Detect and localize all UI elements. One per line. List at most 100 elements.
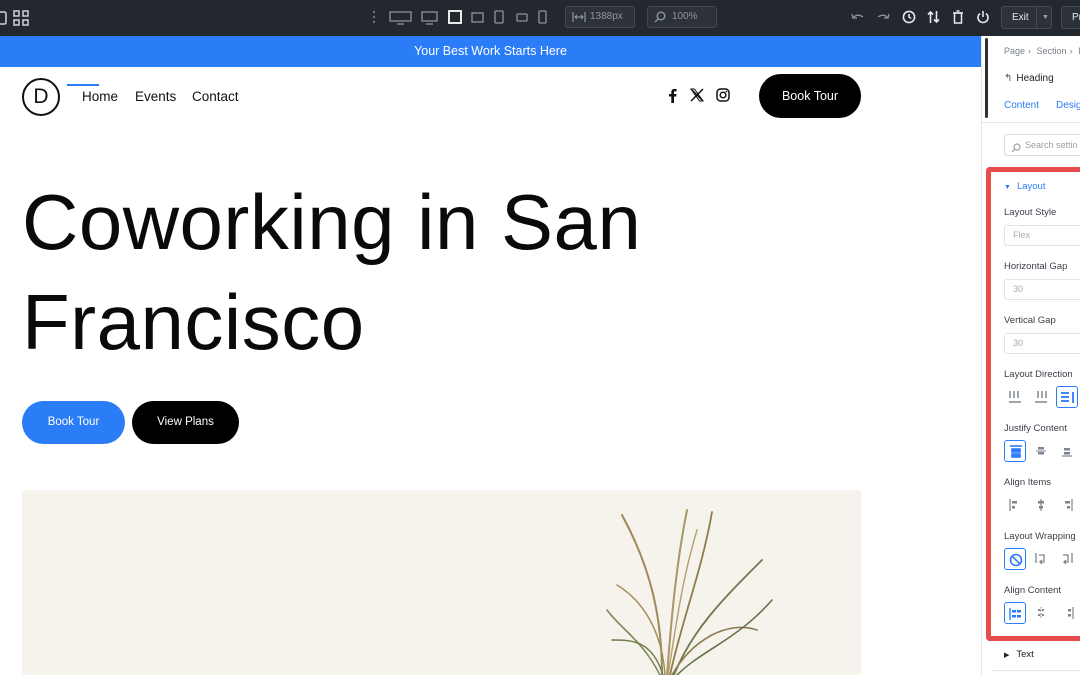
phone-landscape-icon[interactable] — [516, 13, 528, 22]
direction-column-icon — [1061, 392, 1074, 403]
drag-dots-icon[interactable] — [372, 10, 376, 24]
settings-search-input[interactable]: Search settin — [1004, 134, 1080, 156]
direction-row-reverse-icon — [1035, 391, 1047, 403]
direction-row-icon — [1009, 391, 1021, 403]
history-icon[interactable] — [902, 10, 916, 24]
instagram-icon[interactable] — [716, 88, 730, 107]
justify-center-icon — [1036, 447, 1046, 455]
zoom-field[interactable]: 100% — [647, 6, 717, 28]
search-icon — [1011, 140, 1021, 160]
nav-link-contact[interactable]: Contact — [192, 89, 239, 104]
justify-start-option[interactable] — [1004, 440, 1026, 462]
layout-style-label: Layout Style — [1004, 207, 1057, 218]
align-items-end-option[interactable] — [1056, 494, 1078, 516]
caret-right-icon: ▶ — [1004, 652, 1010, 659]
wrap-none-option[interactable] — [1004, 548, 1026, 570]
plant-illustration — [22, 490, 861, 675]
undo-icon[interactable] — [851, 12, 865, 22]
vertical-gap-input[interactable]: 30 — [1004, 333, 1080, 354]
direction-column-option[interactable] — [1056, 386, 1078, 408]
breadcrumb-separator-icon: › — [1069, 46, 1073, 56]
direction-row-reverse-option[interactable] — [1030, 386, 1052, 408]
zoom-search-icon — [654, 11, 666, 31]
redo-icon[interactable] — [876, 12, 890, 22]
layout-group-toggle[interactable]: ▼ Layout — [1004, 181, 1045, 192]
portability-icon[interactable] — [927, 10, 940, 24]
horizontal-gap-input[interactable]: 30 — [1004, 279, 1080, 300]
align-content-center-option[interactable] — [1030, 602, 1052, 624]
tablet-landscape-icon[interactable] — [471, 12, 484, 23]
align-content-label: Align Content — [1004, 585, 1062, 596]
hero-image — [22, 490, 861, 675]
tab-content[interactable]: Content — [1004, 100, 1039, 111]
justify-end-icon — [1062, 448, 1072, 457]
publish-button[interactable]: Pr — [1061, 6, 1080, 29]
justify-start-icon — [1010, 445, 1022, 458]
text-group-toggle[interactable]: ▶ Text — [1004, 649, 1034, 660]
canvas-width-value: 1388px — [590, 11, 623, 22]
header-book-tour-button[interactable]: Book Tour — [759, 74, 861, 118]
power-icon[interactable] — [976, 10, 990, 24]
align-start-icon — [1009, 499, 1017, 511]
justify-center-option[interactable] — [1030, 440, 1052, 462]
view-plans-button[interactable]: View Plans — [132, 401, 239, 444]
wrap-option[interactable] — [1030, 548, 1052, 570]
module-title: ↰ Heading — [1004, 73, 1054, 84]
align-content-center-icon — [1038, 607, 1044, 619]
desktop-icon[interactable] — [421, 11, 438, 25]
search-placeholder: Search settin — [1025, 140, 1078, 150]
align-content-start-icon — [1009, 608, 1021, 620]
sidebar-toggle-icon[interactable] — [0, 11, 8, 25]
x-icon[interactable] — [690, 88, 704, 107]
tablet-portrait-icon[interactable] — [494, 10, 504, 24]
layout-style-select[interactable]: Flex — [1004, 225, 1080, 246]
wrap-icon — [1035, 553, 1045, 565]
direction-row-option[interactable] — [1004, 386, 1026, 408]
facebook-icon[interactable] — [668, 88, 677, 108]
text-group-title: Text — [1016, 649, 1034, 660]
laptop-icon[interactable] — [448, 10, 462, 24]
breadcrumb-page[interactable]: Page — [1004, 46, 1025, 56]
builder-toolbar: 1388px 100% Exit ▼ Pr — [0, 0, 1080, 36]
layout-group-title: Layout — [1016, 181, 1046, 192]
align-center-icon — [1038, 499, 1044, 511]
hero-heading[interactable]: Coworking in San Francisco — [22, 172, 782, 372]
exit-label: Exit — [1012, 12, 1029, 23]
breadcrumb-separator-icon: › — [1028, 46, 1032, 56]
chevron-down-icon[interactable]: ▼ — [1042, 7, 1049, 28]
active-tab-indicator — [67, 84, 99, 86]
layout-direction-label: Layout Direction — [1004, 369, 1073, 380]
panel-divider — [991, 670, 1080, 671]
align-items-start-option[interactable] — [1004, 494, 1026, 516]
justify-end-option[interactable] — [1056, 440, 1078, 462]
tab-design[interactable]: Desig — [1056, 100, 1080, 111]
wrap-reverse-option[interactable] — [1056, 548, 1078, 570]
hero-book-tour-button[interactable]: Book Tour — [22, 401, 125, 444]
breadcrumb: Page› Section› I — [1004, 46, 1080, 56]
exit-button[interactable]: Exit ▼ — [1001, 6, 1052, 29]
align-items-center-option[interactable] — [1030, 494, 1052, 516]
width-arrows-icon — [572, 11, 586, 31]
site-logo[interactable]: D — [22, 78, 60, 116]
horizontal-gap-label: Horizontal Gap — [1004, 261, 1068, 272]
layout-wrapping-label: Layout Wrapping — [1004, 531, 1076, 542]
align-content-end-icon — [1068, 607, 1074, 619]
trash-icon[interactable] — [952, 10, 964, 24]
align-content-end-option[interactable] — [1056, 602, 1078, 624]
align-end-icon — [1065, 499, 1073, 511]
canvas-width-field[interactable]: 1388px — [565, 6, 635, 28]
back-arrow-icon[interactable]: ↰ — [1004, 73, 1012, 84]
nav-link-home[interactable]: Home — [82, 89, 118, 104]
justify-content-label: Justify Content — [1004, 423, 1067, 434]
announcement-bar: Your Best Work Starts Here — [0, 36, 981, 67]
grid-icon[interactable] — [13, 10, 29, 26]
module-title-label: Heading — [1016, 73, 1054, 84]
vertical-gap-label: Vertical Gap — [1004, 315, 1056, 326]
no-wrap-icon — [1009, 553, 1023, 567]
align-content-start-option[interactable] — [1004, 602, 1026, 624]
desktop-wide-icon[interactable] — [389, 11, 412, 25]
breadcrumb-section[interactable]: Section — [1037, 46, 1067, 56]
nav-link-events[interactable]: Events — [135, 89, 176, 104]
exit-divider — [1036, 7, 1037, 28]
phone-portrait-icon[interactable] — [538, 10, 547, 24]
